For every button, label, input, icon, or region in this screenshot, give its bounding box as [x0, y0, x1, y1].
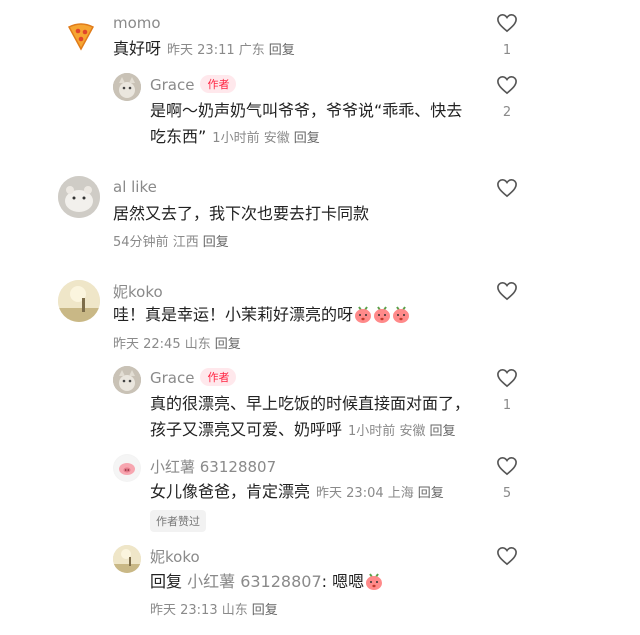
- like-count: 1: [502, 398, 512, 413]
- cat-photo-icon: [113, 73, 141, 101]
- mention-link[interactable]: 小红薯 63128807: [187, 572, 322, 591]
- like-button[interactable]: [494, 546, 520, 570]
- comment-text: 女儿像爸爸，肯定漂亮 昨天 23:04 上海 回复: [150, 482, 444, 501]
- reply-button[interactable]: 回复: [429, 424, 455, 439]
- comment-meta: 昨天 22:45 山东 回复: [113, 333, 241, 352]
- comment-text: 回复 小红薯 63128807: 嗯嗯: [150, 569, 383, 594]
- hamster-photo-icon: [58, 176, 100, 218]
- comment-location: 安徽: [263, 131, 290, 146]
- username[interactable]: 妮koko: [113, 281, 163, 302]
- like-count: 1: [502, 43, 512, 58]
- comment-location: 安徽: [399, 424, 426, 439]
- reply-button[interactable]: 回复: [252, 603, 278, 618]
- pink-blushing-face-icon: [374, 306, 391, 323]
- comment-meta: 昨天 23:13 山东 回复: [150, 599, 278, 618]
- heart-outline-icon: [497, 456, 517, 476]
- heart-outline-icon: [497, 75, 517, 95]
- author-liked-badge: 作者赞过: [150, 510, 206, 532]
- comment-date: 昨天 23:13: [150, 603, 218, 618]
- comment-text: 真好呀 昨天 23:11 广东 回复: [113, 39, 295, 58]
- username[interactable]: al like: [113, 178, 157, 196]
- like-button[interactable]: 5: [494, 456, 520, 501]
- comment-text-line: 是啊～奶声奶气叫爷爷，爷爷说“乖乖、快去: [150, 101, 463, 120]
- comment-text: 居然又去了，我下次也要去打卡同款: [113, 204, 370, 223]
- heart-outline-icon: [497, 178, 517, 198]
- comment-date: 昨天 23:04: [316, 486, 384, 501]
- comment-meta: 54分钟前 江西 回复: [113, 231, 229, 250]
- reply-button[interactable]: 回复: [269, 43, 295, 58]
- heart-outline-icon: [497, 368, 517, 388]
- heart-outline-icon: [497, 281, 517, 301]
- comment-location: 江西: [172, 235, 199, 250]
- like-count: 5: [502, 486, 512, 501]
- comment-text: 吃东西” 1小时前 安徽 回复: [150, 127, 320, 146]
- author-badge: 作者: [200, 75, 237, 93]
- like-button[interactable]: 2: [494, 75, 520, 120]
- avatar[interactable]: [60, 14, 102, 56]
- comment-date: 1小时前: [348, 424, 396, 439]
- sunset-photo-icon: [113, 545, 141, 573]
- cat-photo-icon: [113, 366, 141, 394]
- pink-blushing-face-icon: [355, 306, 372, 323]
- like-button[interactable]: [494, 178, 520, 202]
- comment-date: 54分钟前: [113, 235, 169, 250]
- comment-date: 昨天 22:45: [113, 337, 181, 352]
- like-button[interactable]: 1: [494, 368, 520, 413]
- comment-text: 哇！真是幸运！小茉莉好漂亮的呀: [113, 302, 410, 327]
- avatar[interactable]: [113, 454, 141, 482]
- username[interactable]: 小红薯 63128807: [150, 456, 276, 477]
- pink-blushing-face-icon: [393, 306, 410, 323]
- avatar[interactable]: [58, 176, 100, 218]
- avatar[interactable]: [113, 545, 141, 573]
- reply-button[interactable]: 回复: [203, 235, 229, 250]
- avatar[interactable]: [58, 280, 100, 322]
- author-badge: 作者: [200, 368, 237, 386]
- comment-location: 上海: [387, 486, 414, 501]
- comment-date: 1小时前: [212, 131, 260, 146]
- sunset-photo-icon: [58, 280, 100, 322]
- avatar[interactable]: [113, 73, 141, 101]
- comment-location: 广东: [238, 43, 265, 58]
- like-count: 2: [502, 105, 512, 120]
- username[interactable]: 妮koko: [150, 546, 200, 567]
- heart-outline-icon: [497, 13, 517, 33]
- username[interactable]: momo: [113, 14, 161, 32]
- reply-button[interactable]: 回复: [294, 131, 320, 146]
- pink-blushing-face-icon: [366, 573, 383, 590]
- pig-face-icon: [114, 455, 140, 481]
- reply-button[interactable]: 回复: [418, 486, 444, 501]
- comment-date: 昨天 23:11: [167, 43, 235, 58]
- pizza-icon: [67, 23, 95, 51]
- comment-text: 孩子又漂亮又可爱、奶呼呼 1小时前 安徽 回复: [150, 420, 456, 439]
- like-button[interactable]: 1: [494, 13, 520, 58]
- comment-location: 山东: [221, 603, 248, 618]
- heart-outline-icon: [497, 546, 517, 566]
- username[interactable]: Grace 作者: [150, 368, 237, 387]
- comment-location: 山东: [184, 337, 211, 352]
- comment-text-line: 真的很漂亮、早上吃饭的时候直接面对面了，: [150, 394, 471, 413]
- reply-button[interactable]: 回复: [215, 337, 241, 352]
- like-button[interactable]: [494, 281, 520, 305]
- avatar[interactable]: [113, 366, 141, 394]
- username[interactable]: Grace 作者: [150, 75, 237, 94]
